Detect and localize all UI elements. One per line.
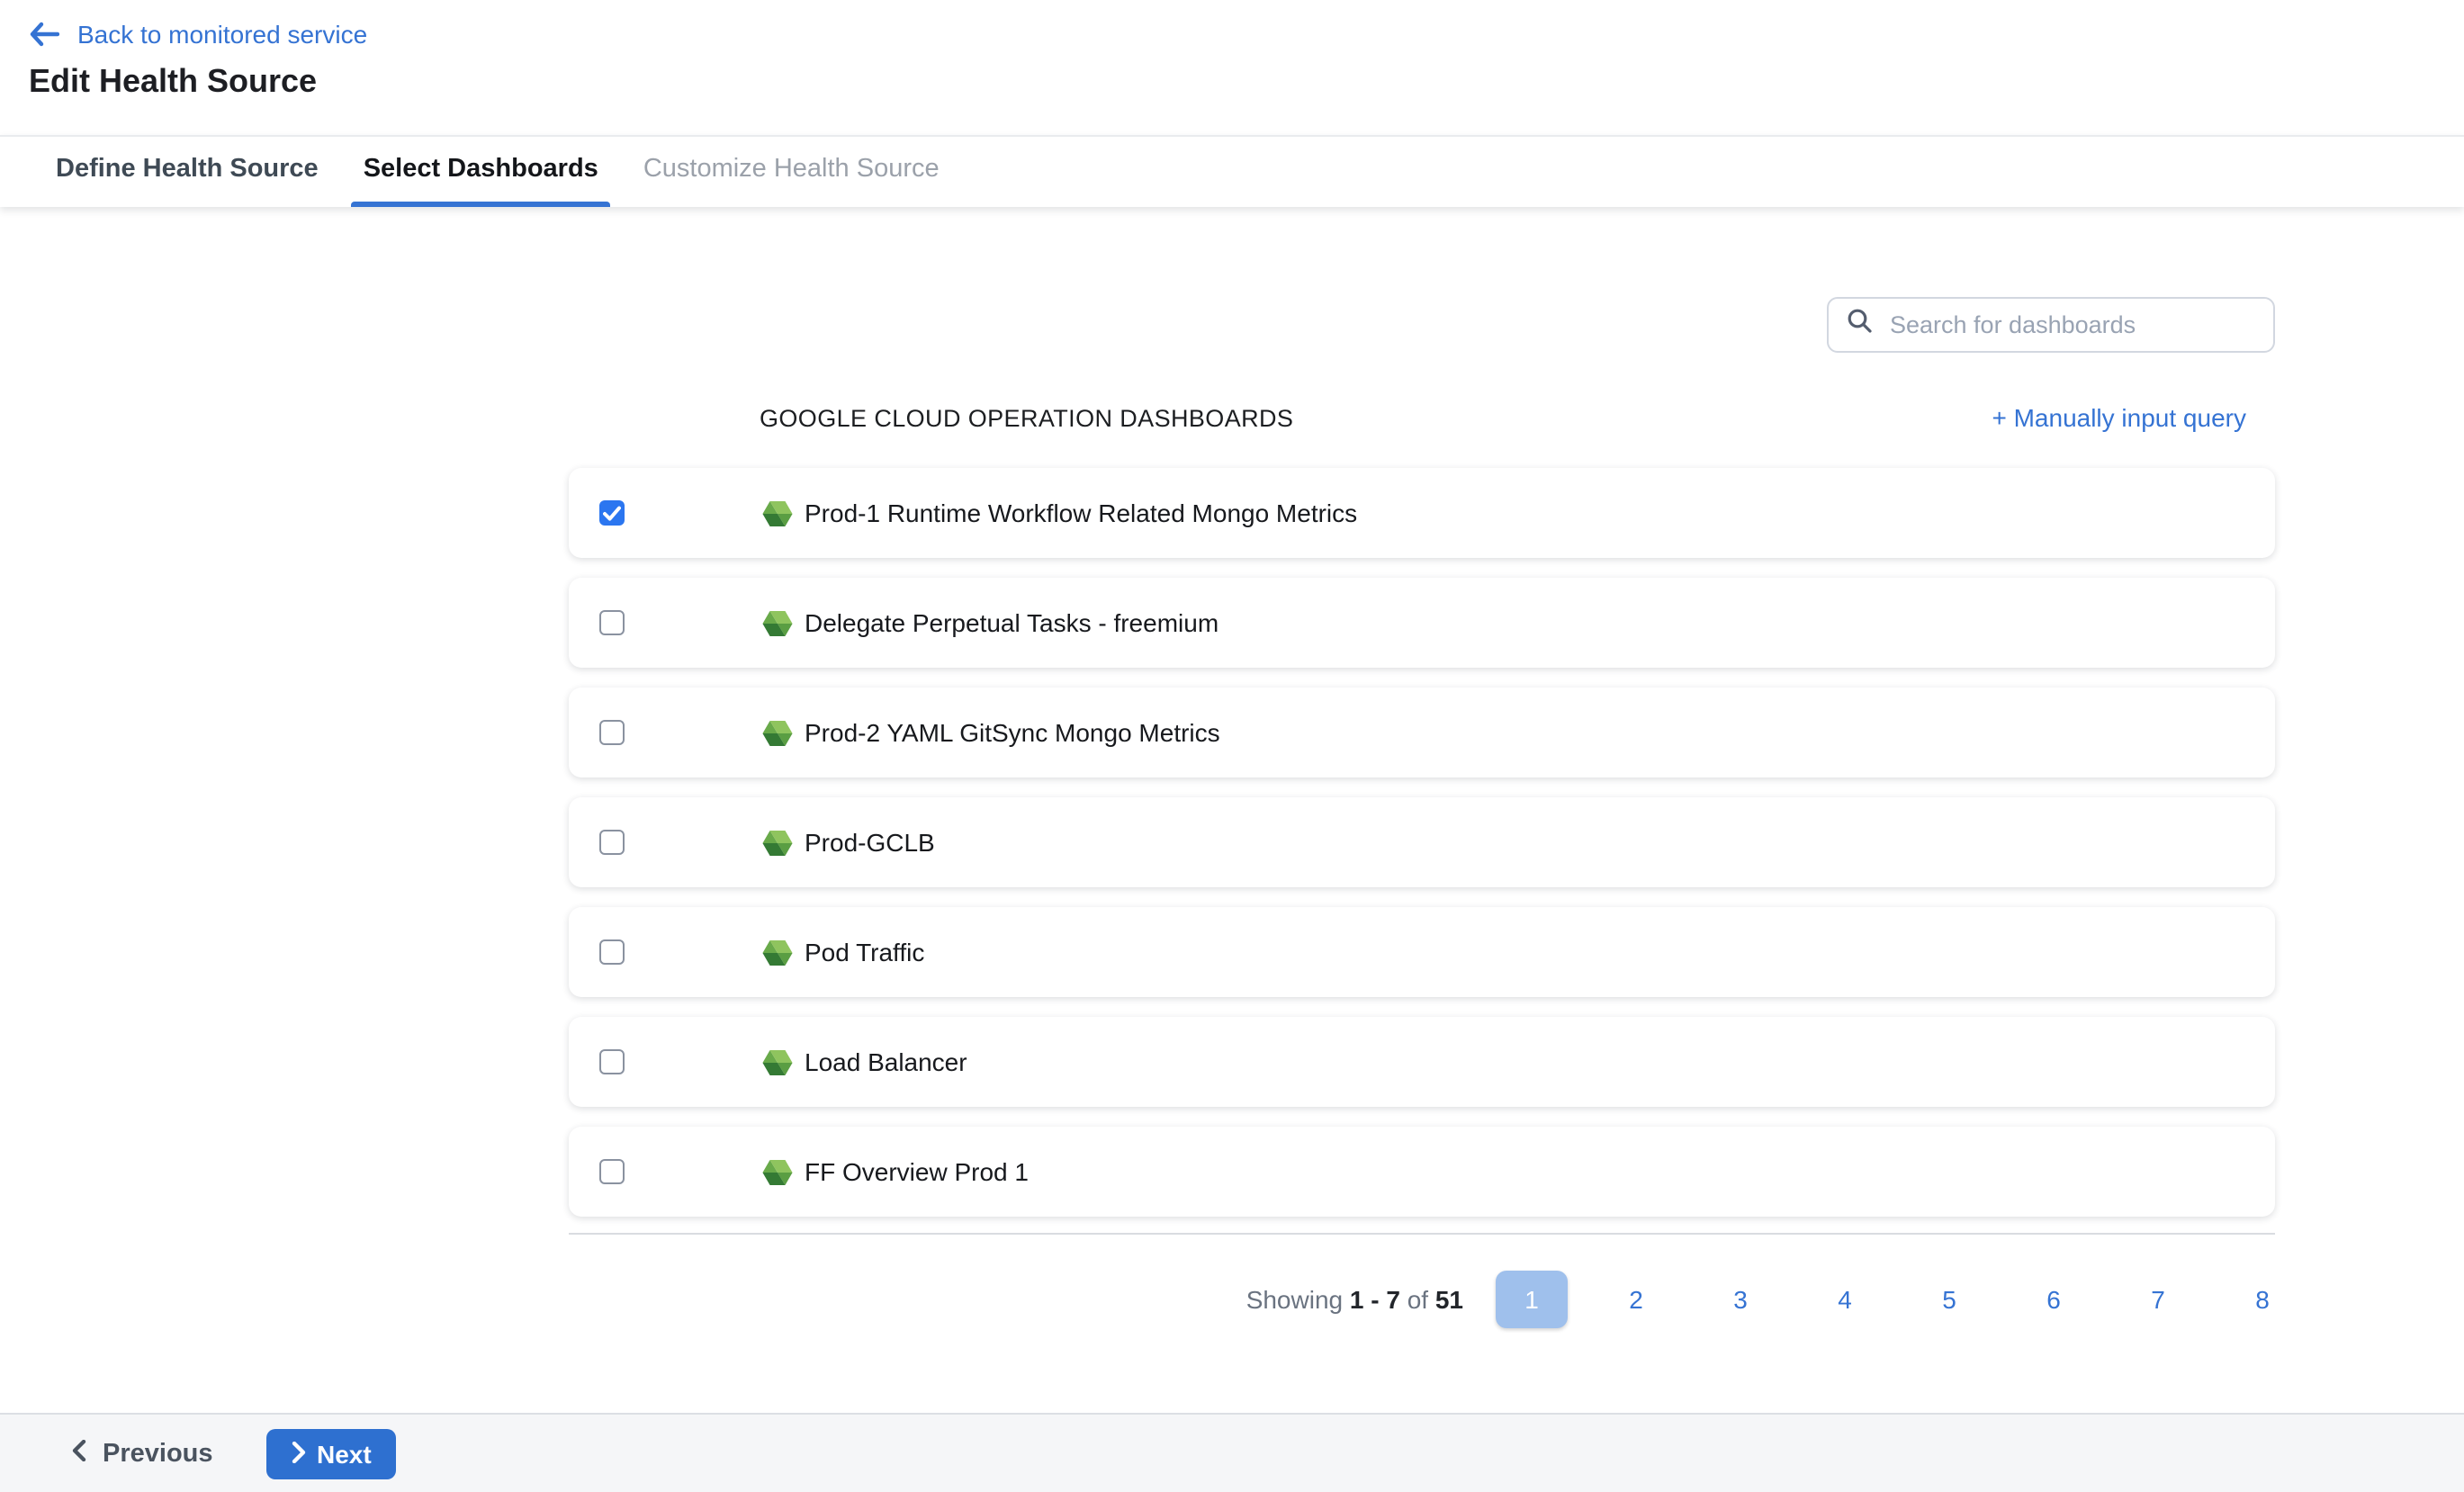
section-header-row: GOOGLE CLOUD OPERATION DASHBOARDS + Manu… <box>760 403 2275 432</box>
arrow-left-icon <box>29 22 59 47</box>
dashboard-row[interactable]: Pod Traffic <box>569 907 2275 997</box>
dashboard-row[interactable]: Prod-2 YAML GitSync Mongo Metrics <box>569 688 2275 777</box>
dashboard-hexagon-icon <box>761 499 794 538</box>
dashboard-label: Pod Traffic <box>805 907 924 997</box>
dashboard-hexagon-icon <box>761 1047 794 1087</box>
next-label: Next <box>317 1440 372 1469</box>
previous-button[interactable]: Previous <box>61 1415 224 1492</box>
dashboard-checkbox[interactable] <box>599 500 625 526</box>
manually-input-query-link[interactable]: + Manually input query <box>1992 403 2246 432</box>
dashboard-label: Load Balancer <box>805 1017 967 1107</box>
chevron-left-icon <box>72 1439 86 1468</box>
back-link-label: Back to monitored service <box>77 20 367 49</box>
of-label: of <box>1407 1285 1428 1314</box>
dashboard-checkbox[interactable] <box>599 720 625 745</box>
pagination: Showing 1 - 7 of 51 1 2 3 4 5 6 7 8 <box>1246 1271 2298 1328</box>
dashboard-checkbox[interactable] <box>599 939 625 965</box>
page-button[interactable]: 2 <box>1600 1285 1672 1314</box>
pagination-pages: 1 2 3 4 5 6 7 8 <box>1496 1271 2298 1328</box>
dashboard-hexagon-icon <box>761 608 794 648</box>
dashboard-row[interactable]: Prod-1 Runtime Workflow Related Mongo Me… <box>569 468 2275 558</box>
checkmark-icon <box>603 505 621 521</box>
page-button[interactable]: 4 <box>1809 1285 1881 1314</box>
dashboard-hexagon-icon <box>761 828 794 867</box>
edit-health-source-page: Back to monitored service Edit Health So… <box>0 0 2464 1492</box>
page-button[interactable]: 8 <box>2226 1285 2298 1314</box>
footer-bar: Previous Next <box>0 1413 2464 1492</box>
dashboard-hexagon-icon <box>761 1157 794 1197</box>
dashboard-label: Prod-GCLB <box>805 797 935 887</box>
dashboard-hexagon-icon <box>761 718 794 758</box>
showing-label: Showing <box>1246 1285 1343 1314</box>
dashboard-row[interactable]: Load Balancer <box>569 1017 2275 1107</box>
dashboard-row[interactable]: FF Overview Prod 1 <box>569 1127 2275 1217</box>
dashboard-row[interactable]: Prod-GCLB <box>569 797 2275 887</box>
dashboard-label: Delegate Perpetual Tasks - freemium <box>805 578 1219 668</box>
dashboard-label: FF Overview Prod 1 <box>805 1127 1029 1217</box>
dashboard-checkbox[interactable] <box>599 610 625 635</box>
pagination-summary: Showing 1 - 7 of 51 <box>1246 1285 1463 1314</box>
dashboard-list: Prod-1 Runtime Workflow Related Mongo Me… <box>569 468 2275 1217</box>
page-button[interactable]: 7 <box>2122 1285 2194 1314</box>
chevron-right-icon <box>292 1440 306 1469</box>
search-input[interactable] <box>1886 310 2255 340</box>
back-to-monitored-service-link[interactable]: Back to monitored service <box>29 20 367 49</box>
page-button-active[interactable]: 1 <box>1496 1271 1568 1328</box>
showing-total: 51 <box>1435 1285 1463 1314</box>
page-button[interactable]: 3 <box>1704 1285 1776 1314</box>
tab-customize-health-source[interactable]: Customize Health Source <box>631 137 952 207</box>
dashboard-checkbox[interactable] <box>599 1049 625 1074</box>
page-button[interactable]: 6 <box>2018 1285 2090 1314</box>
page-button[interactable]: 5 <box>1913 1285 1985 1314</box>
page-title: Edit Health Source <box>29 63 317 101</box>
showing-range: 1 - 7 <box>1350 1285 1400 1314</box>
search-icon <box>1847 308 1872 342</box>
dashboard-row[interactable]: Delegate Perpetual Tasks - freemium <box>569 578 2275 668</box>
dashboard-checkbox[interactable] <box>599 1159 625 1184</box>
wizard-tab-bar: Define Health Source Select Dashboards C… <box>0 135 2464 207</box>
dashboard-checkbox[interactable] <box>599 830 625 855</box>
dashboard-label: Prod-2 YAML GitSync Mongo Metrics <box>805 688 1220 777</box>
dashboard-search[interactable] <box>1827 297 2275 353</box>
section-title: GOOGLE CLOUD OPERATION DASHBOARDS <box>760 404 1293 431</box>
tab-select-dashboards[interactable]: Select Dashboards <box>351 137 611 207</box>
previous-label: Previous <box>103 1439 213 1468</box>
tab-define-health-source[interactable]: Define Health Source <box>43 137 331 207</box>
dashboard-hexagon-icon <box>761 938 794 977</box>
list-bottom-divider <box>569 1233 2275 1235</box>
dashboard-label: Prod-1 Runtime Workflow Related Mongo Me… <box>805 468 1357 558</box>
next-button[interactable]: Next <box>266 1429 397 1479</box>
